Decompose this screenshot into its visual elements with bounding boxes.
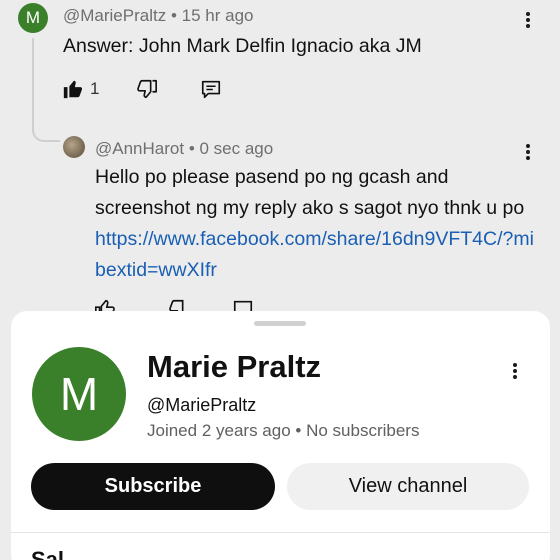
comment-reply-icon: [201, 80, 221, 99]
sheet-divider: [11, 532, 550, 533]
channel-bottom-sheet: M Marie Praltz @MariePraltz Joined 2 yea…: [11, 311, 550, 560]
next-section-heading: Sal...: [31, 547, 83, 560]
comment-more-icon[interactable]: [523, 10, 533, 30]
dislike-button[interactable]: [136, 78, 158, 100]
like-button[interactable]: 1: [62, 78, 99, 100]
avatar-letter: M: [25, 8, 41, 27]
view-channel-button[interactable]: View channel: [287, 463, 529, 510]
thumbs-up-icon: [63, 80, 83, 99]
reply-author[interactable]: @AnnHarot: [95, 139, 184, 158]
subscribe-button[interactable]: Subscribe: [31, 463, 275, 510]
subscriber-count: No subscribers: [306, 421, 420, 440]
avatar-letter: M: [59, 368, 99, 420]
channel-name: Marie Praltz: [147, 349, 322, 384]
comment-time: 15 hr ago: [181, 6, 254, 25]
like-count: 1: [90, 79, 100, 98]
reply-avatar[interactable]: [63, 136, 85, 158]
channel-avatar[interactable]: M: [32, 347, 126, 441]
meta-separator: •: [295, 421, 302, 440]
comment-avatar[interactable]: M: [18, 3, 48, 33]
reply-text: Hello po please pasend po ng gcash and s…: [95, 162, 535, 286]
channel-handle: @MariePraltz: [147, 395, 257, 415]
comment-meta: @MariePraltz • 15 hr ago: [63, 6, 254, 26]
thumbs-down-icon: [137, 79, 157, 99]
comment-author[interactable]: @MariePraltz: [63, 6, 166, 25]
reply-thread-line: [32, 38, 60, 142]
meta-separator: •: [188, 139, 195, 158]
reply-link[interactable]: https://www.facebook.com/share/16dn9VFT4…: [95, 228, 534, 281]
reply-text-body: Hello po please pasend po ng gcash and s…: [95, 166, 525, 219]
sheet-drag-handle[interactable]: [254, 321, 306, 326]
reply-time: 0 sec ago: [199, 139, 274, 158]
reply-meta: @AnnHarot • 0 sec ago: [95, 139, 273, 159]
meta-separator: •: [170, 6, 177, 25]
channel-stats: Joined 2 years ago • No subscribers: [147, 421, 419, 441]
comment-text: Answer: John Mark Delfin Ignacio aka JM: [63, 35, 422, 57]
joined-date: Joined 2 years ago: [147, 421, 291, 440]
channel-more-icon[interactable]: [510, 361, 520, 381]
reply-button[interactable]: [200, 78, 222, 100]
reply-more-icon[interactable]: [523, 142, 533, 162]
